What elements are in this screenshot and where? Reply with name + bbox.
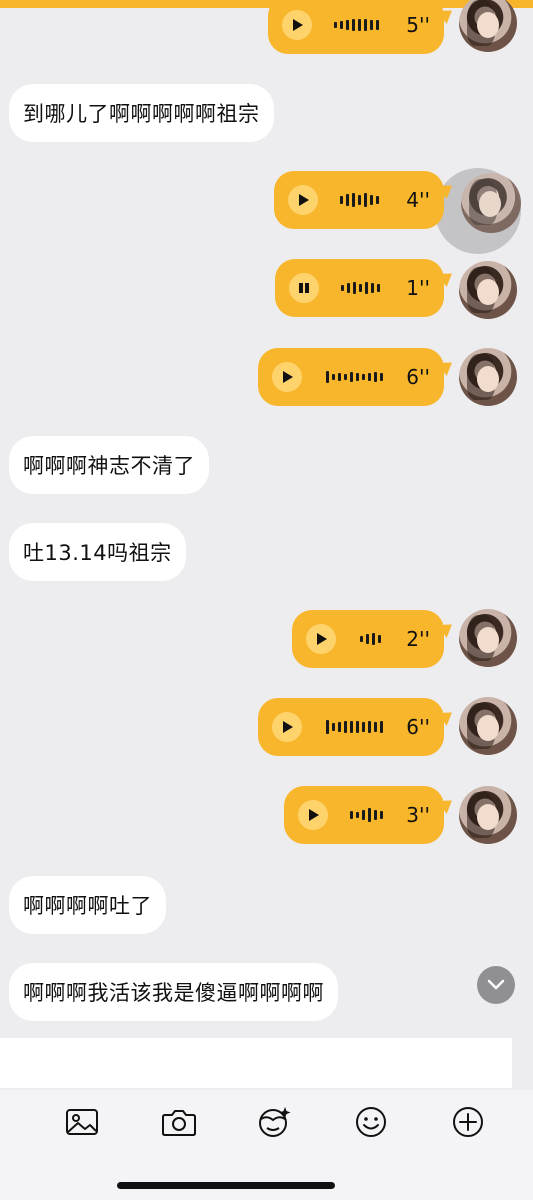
voice-message-bubble[interactable]: 6'' bbox=[258, 698, 444, 756]
message-text: 啊啊啊我活该我是傻逼啊啊啊啊 bbox=[23, 981, 324, 1005]
play-icon[interactable] bbox=[272, 362, 302, 392]
waveform-icon bbox=[340, 171, 379, 229]
message-input[interactable] bbox=[0, 1038, 512, 1088]
message-text: 啊啊啊神志不清了 bbox=[23, 454, 195, 478]
waveform-icon bbox=[334, 0, 379, 54]
waveform-icon bbox=[326, 348, 383, 406]
avatar[interactable] bbox=[459, 786, 517, 844]
incoming-text-message[interactable]: 吐13.14吗祖宗 bbox=[9, 523, 186, 581]
home-indicator bbox=[117, 1182, 335, 1189]
voice-message-bubble[interactable]: 1'' bbox=[275, 259, 444, 317]
message-text: 到哪儿了啊啊啊啊啊祖宗 bbox=[23, 102, 260, 126]
incoming-text-message[interactable]: 啊啊啊我活该我是傻逼啊啊啊啊 bbox=[9, 963, 338, 1021]
play-icon[interactable] bbox=[298, 800, 328, 830]
image-icon[interactable] bbox=[62, 1102, 102, 1142]
chevron-down-icon bbox=[487, 979, 505, 990]
voice-message-bubble[interactable]: 6'' bbox=[258, 348, 444, 406]
voice-message-bubble[interactable]: 4'' bbox=[274, 171, 444, 229]
voice-message-bubble[interactable]: 5'' bbox=[268, 0, 444, 54]
voice-duration: 1'' bbox=[406, 276, 430, 300]
play-icon[interactable] bbox=[272, 712, 302, 742]
incoming-text-message[interactable]: 啊啊啊神志不清了 bbox=[9, 436, 209, 494]
avatar[interactable] bbox=[461, 173, 521, 233]
voice-duration: 3'' bbox=[406, 803, 430, 827]
play-icon[interactable] bbox=[288, 185, 318, 215]
incoming-text-message[interactable]: 啊啊啊啊吐了 bbox=[9, 876, 166, 934]
voice-duration: 4'' bbox=[406, 188, 430, 212]
waveform-icon bbox=[350, 786, 383, 844]
avatar[interactable] bbox=[459, 697, 517, 755]
voice-message-bubble[interactable]: 2'' bbox=[292, 610, 444, 668]
add-icon[interactable] bbox=[448, 1102, 488, 1142]
message-text: 吐13.14吗祖宗 bbox=[23, 541, 172, 565]
emoji-icon[interactable] bbox=[351, 1102, 391, 1142]
face-effect-icon[interactable] bbox=[254, 1102, 294, 1142]
play-icon[interactable] bbox=[306, 624, 336, 654]
waveform-icon bbox=[360, 610, 381, 668]
waveform-icon bbox=[341, 259, 380, 317]
avatar[interactable] bbox=[459, 0, 517, 52]
playing-icon[interactable] bbox=[289, 273, 319, 303]
scroll-to-bottom-button[interactable] bbox=[477, 966, 515, 1004]
waveform-icon bbox=[326, 698, 383, 756]
voice-duration: 6'' bbox=[406, 365, 430, 389]
incoming-text-message[interactable]: 到哪儿了啊啊啊啊啊祖宗 bbox=[9, 84, 274, 142]
voice-duration: 5'' bbox=[406, 13, 430, 37]
avatar[interactable] bbox=[459, 348, 517, 406]
avatar[interactable] bbox=[459, 609, 517, 667]
avatar[interactable] bbox=[459, 261, 517, 319]
camera-icon[interactable] bbox=[159, 1102, 199, 1142]
voice-duration: 2'' bbox=[406, 627, 430, 651]
chat-message-list[interactable]: 5'' 到哪儿了啊啊啊啊啊祖宗 4'' 1'' 6'' 啊啊啊神志不清了 吐13… bbox=[0, 0, 533, 1090]
message-text: 啊啊啊啊吐了 bbox=[23, 894, 152, 918]
voice-duration: 6'' bbox=[406, 715, 430, 739]
play-icon[interactable] bbox=[282, 10, 312, 40]
voice-message-bubble[interactable]: 3'' bbox=[284, 786, 444, 844]
